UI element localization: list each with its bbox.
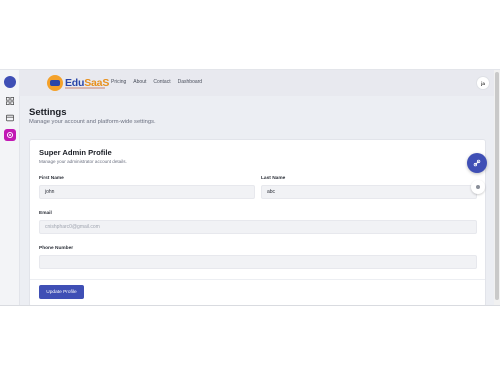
page-title: Settings (29, 107, 67, 118)
sidebar-item-dashboard[interactable] (4, 95, 16, 107)
sidebar-rail (0, 70, 20, 305)
nav-link-pricing[interactable]: Pricing (111, 79, 126, 85)
dot-icon (476, 185, 480, 189)
app-window: EduSaaS Pricing About Contact Dashboard … (0, 69, 500, 306)
scrollbar-thumb[interactable] (495, 72, 499, 300)
first-name-field[interactable]: john (39, 185, 255, 199)
last-name-field[interactable]: abc (261, 185, 477, 199)
nav-link-contact[interactable]: Contact (153, 79, 170, 85)
email-field[interactable]: cnishpharc0@gmail.com (39, 220, 477, 234)
first-name-label: First Name (39, 176, 64, 181)
gear-icon (6, 131, 14, 139)
page-scrollbar[interactable] (494, 70, 500, 305)
brand-emblem-icon (47, 75, 63, 91)
app-logo[interactable] (4, 76, 16, 88)
nav-link-dashboard[interactable]: Dashboard (178, 79, 202, 85)
sidebar-item-billing[interactable] (4, 112, 16, 124)
page-subtitle: Manage your account and platform-wide se… (29, 119, 156, 125)
sidebar-item-settings[interactable] (4, 129, 16, 141)
user-avatar[interactable]: ja (477, 77, 489, 89)
card-icon (6, 114, 14, 122)
nav-links: Pricing About Contact Dashboard (111, 79, 202, 85)
phone-field[interactable] (39, 255, 477, 269)
brand-logo[interactable]: EduSaaS (47, 74, 109, 92)
card-title: Super Admin Profile (39, 148, 112, 157)
brand-tagline (65, 87, 105, 89)
top-navbar: EduSaaS Pricing About Contact Dashboard … (19, 70, 494, 96)
email-label: Email (39, 211, 52, 216)
phone-label: Phone Number (39, 246, 74, 251)
profile-card: Super Admin Profile Manage your administ… (29, 139, 486, 305)
grid-icon (6, 97, 14, 105)
floating-action-button[interactable] (467, 153, 487, 173)
card-divider (30, 279, 485, 280)
update-profile-button[interactable]: Update Profile (39, 285, 84, 299)
card-subtitle: Manage your administrator account detail… (39, 159, 127, 164)
link-icon (473, 159, 481, 167)
last-name-label: Last Name (261, 176, 286, 181)
nav-link-about[interactable]: About (133, 79, 146, 85)
secondary-float-button[interactable] (471, 180, 485, 194)
